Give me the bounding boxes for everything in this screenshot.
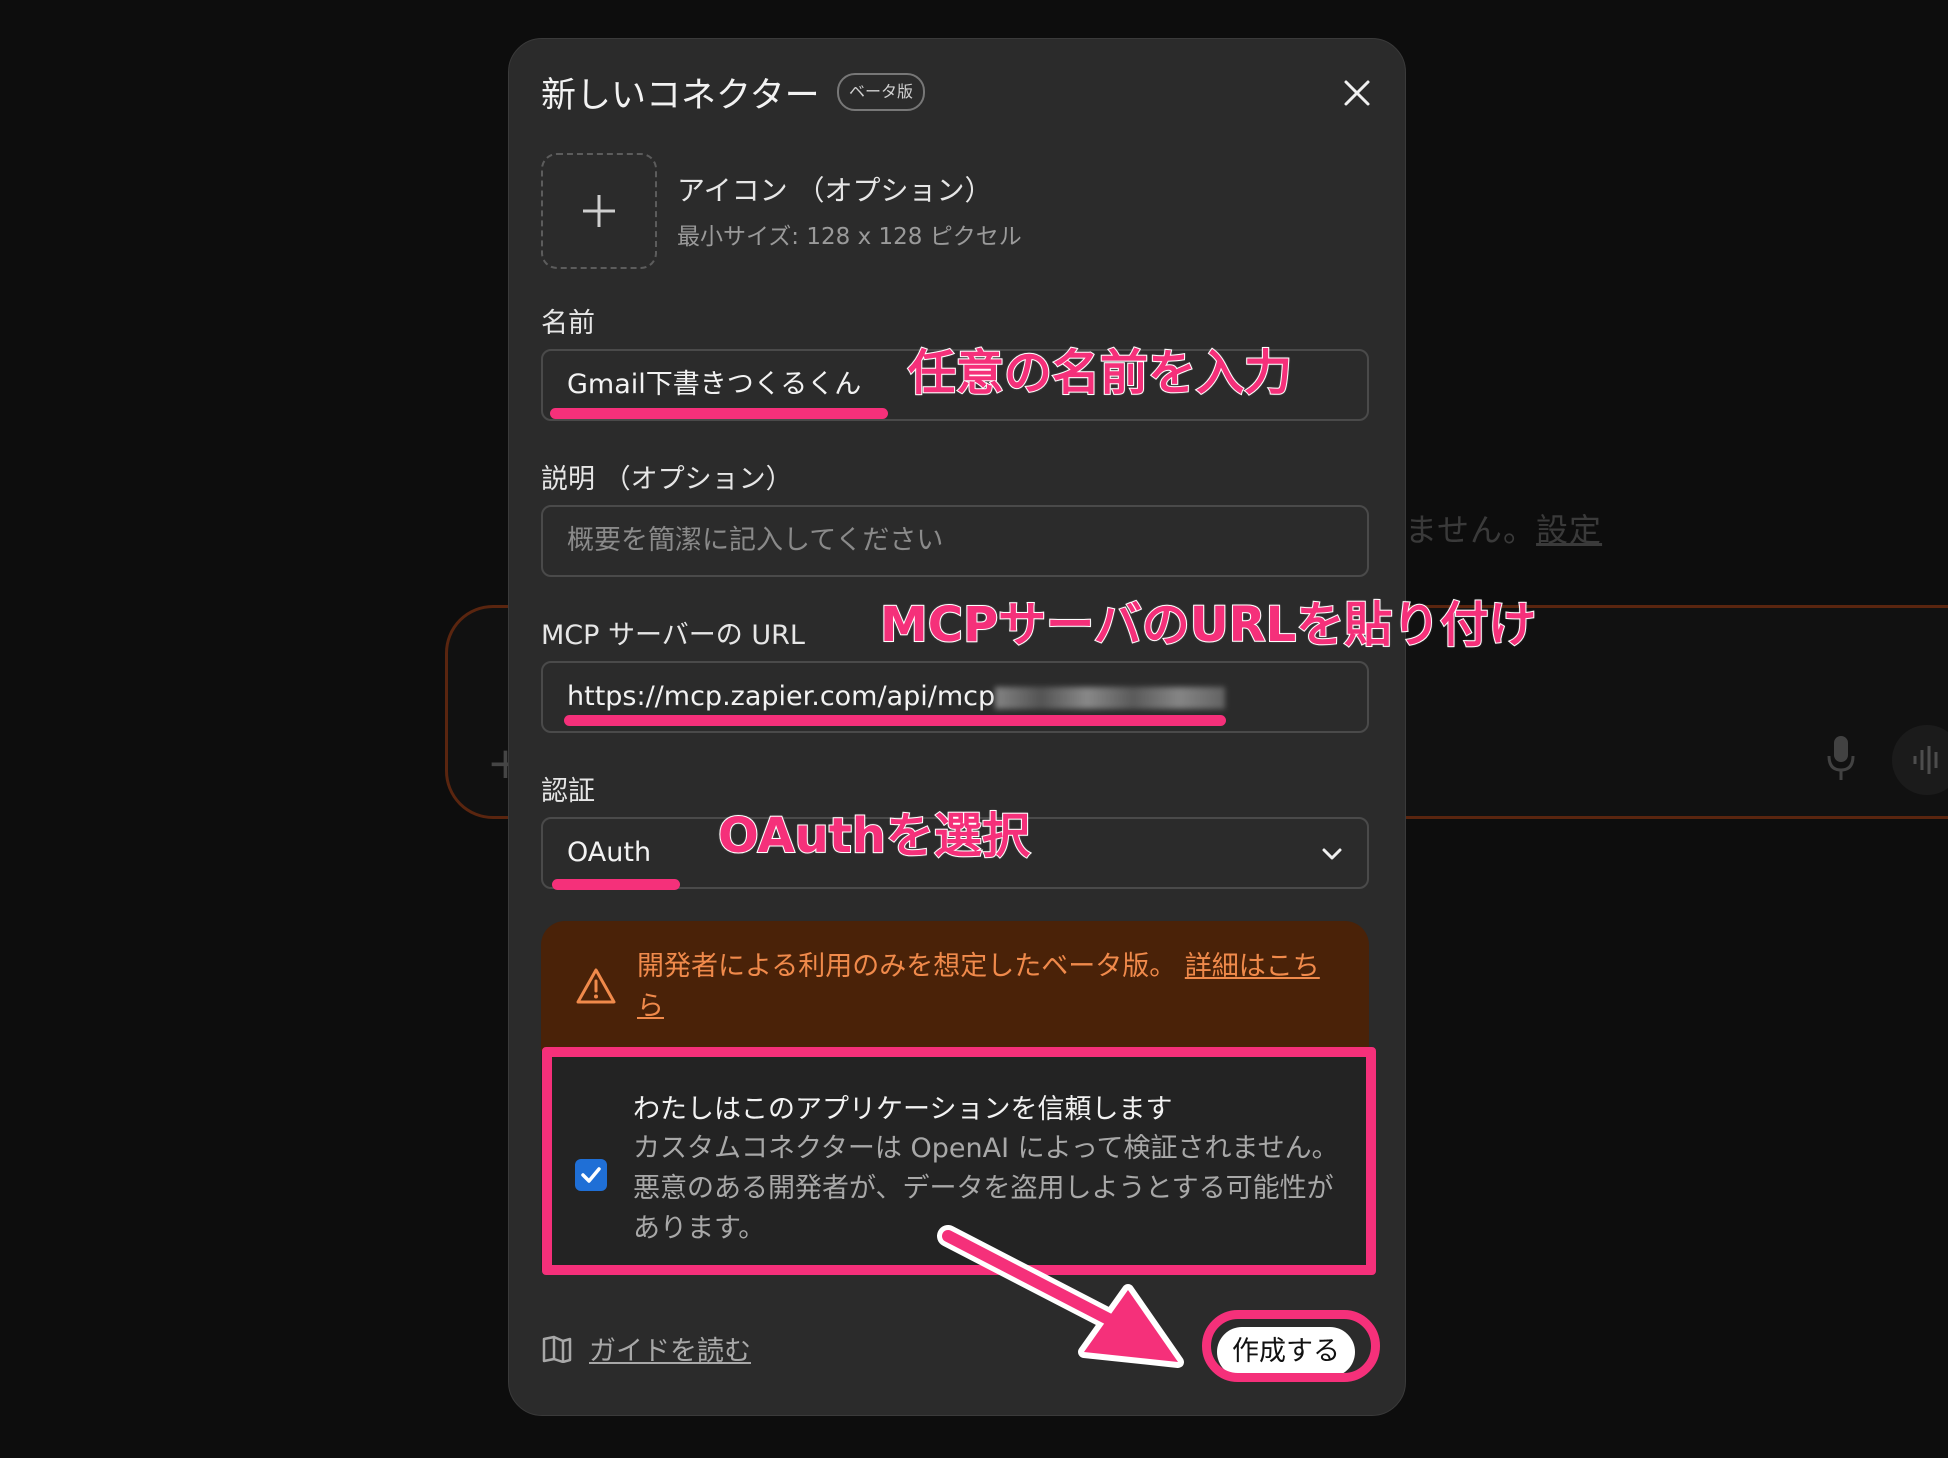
annotation-arrow <box>937 1225 1184 1368</box>
